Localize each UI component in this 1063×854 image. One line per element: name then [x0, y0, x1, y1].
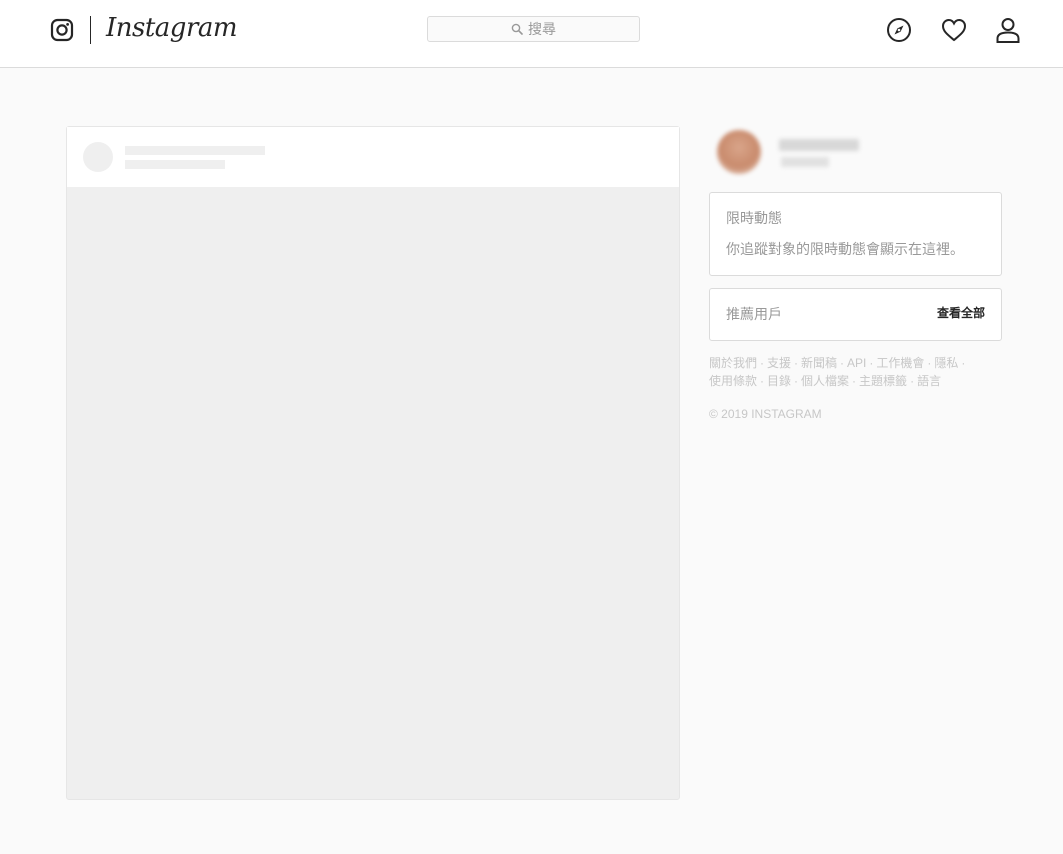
search-placeholder: 搜尋 [528, 21, 556, 37]
search-icon [511, 23, 523, 35]
footer-separator: · [852, 374, 857, 388]
instagram-wordmark[interactable]: Instagram [106, 13, 238, 43]
footer-separator: · [869, 356, 874, 370]
see-all-link[interactable]: 查看全部 [937, 304, 985, 321]
footer-link-api[interactable]: API [847, 356, 866, 370]
footer-separator: · [794, 374, 799, 388]
footer-link-terms[interactable]: 使用條款 [709, 374, 757, 388]
compass-icon[interactable] [886, 16, 912, 44]
footer-separator: · [760, 356, 765, 370]
footer-separator: · [961, 356, 966, 370]
instagram-glyph-icon[interactable] [50, 18, 74, 42]
heart-icon[interactable] [941, 16, 967, 44]
footer-separator: · [910, 374, 915, 388]
avatar-placeholder [83, 142, 113, 172]
current-user-avatar[interactable] [717, 130, 761, 174]
location-placeholder [125, 160, 225, 169]
footer-link-help[interactable]: 支援 [767, 356, 791, 370]
footer-separator: · [927, 356, 932, 370]
footer-links: 關於我們 · 支援 · 新聞稿 · API · 工作機會 · 隱私 · 使用條款 · 目錄 · 個人檔案 · 主題標… [709, 354, 969, 390]
logo-divider [90, 16, 91, 44]
footer-link-privacy[interactable]: 隱私 [934, 356, 958, 370]
current-user-name-blurred[interactable] [779, 139, 859, 151]
copyright-text: © 2019 INSTAGRAM [709, 407, 822, 421]
post-header-placeholder [67, 127, 679, 188]
suggestions-card: 推薦用戶 查看全部 [709, 288, 1002, 341]
footer-link-about[interactable]: 關於我們 [709, 356, 757, 370]
footer-link-language[interactable]: 語言 [917, 374, 941, 388]
footer-separator: · [794, 356, 799, 370]
footer-separator: · [760, 374, 765, 388]
feed-post-placeholder [66, 126, 680, 800]
search-input[interactable]: 搜尋 [427, 16, 640, 42]
profile-icon[interactable] [995, 16, 1021, 44]
footer-link-jobs[interactable]: 工作機會 [876, 356, 924, 370]
footer-separator: · [840, 356, 845, 370]
suggestions-title: 推薦用戶 [726, 306, 782, 322]
current-user-fullname-blurred [781, 157, 829, 167]
username-placeholder [125, 146, 265, 155]
stories-title: 限時動態 [726, 210, 782, 226]
stories-card: 限時動態 你追蹤對象的限時動態會顯示在這裡。 [709, 192, 1002, 276]
footer-link-hashtags[interactable]: 主題標籤 [859, 374, 907, 388]
stories-empty-message: 你追蹤對象的限時動態會顯示在這裡。 [726, 241, 964, 257]
footer-link-profiles[interactable]: 個人檔案 [801, 374, 849, 388]
footer-link-press[interactable]: 新聞稿 [801, 356, 837, 370]
footer-link-directory[interactable]: 目錄 [767, 374, 791, 388]
top-nav: Instagram 搜尋 [0, 0, 1063, 68]
